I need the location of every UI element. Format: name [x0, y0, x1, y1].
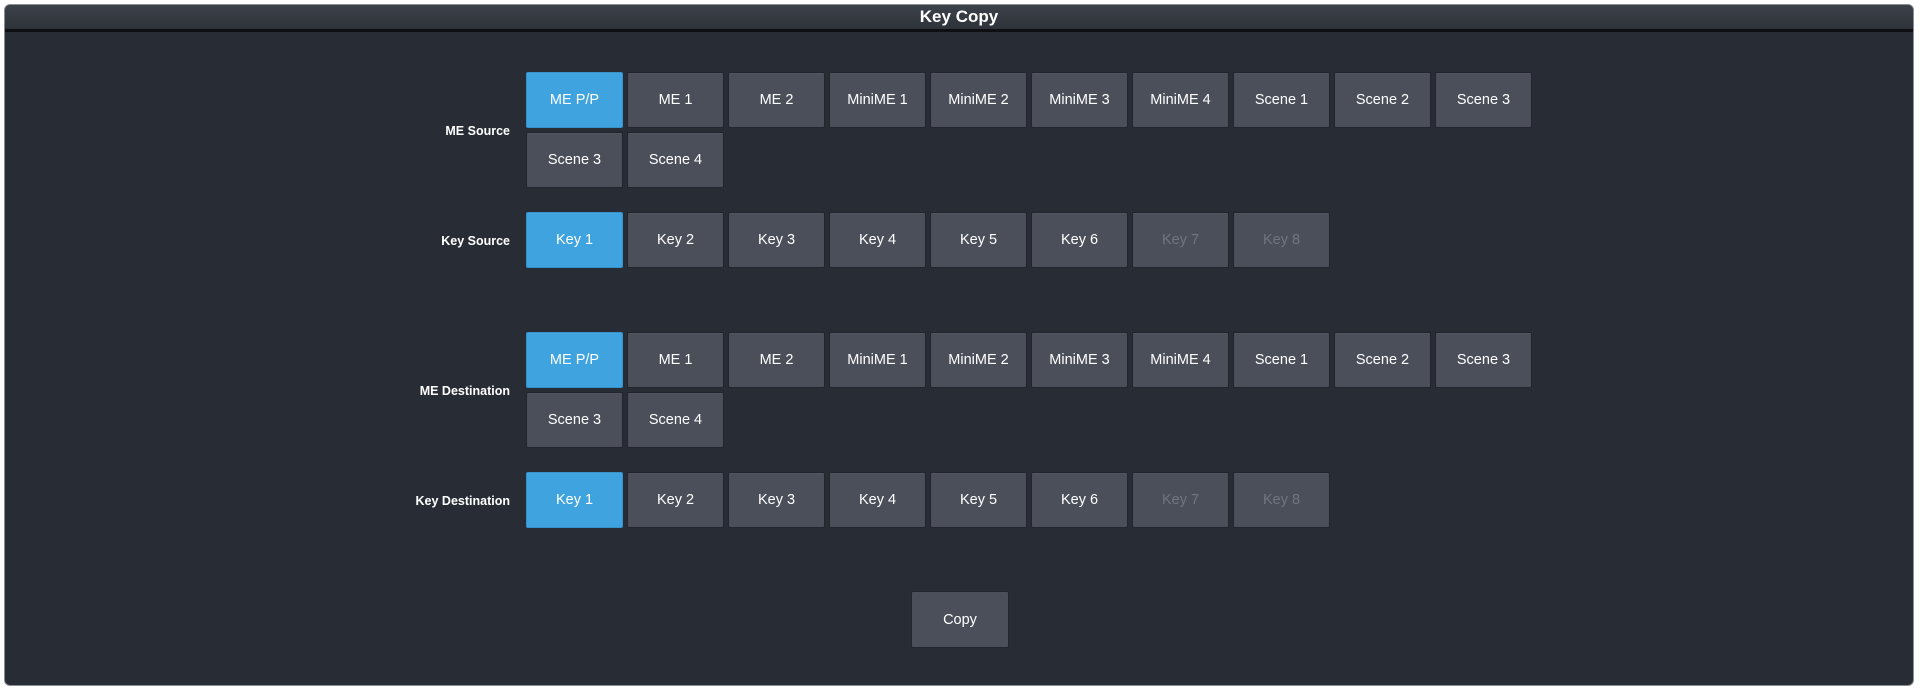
- key-source-button-8: Key 8: [1233, 212, 1330, 268]
- me-source-button-9[interactable]: Scene 2: [1334, 72, 1431, 128]
- me-source-button-12[interactable]: Scene 4: [627, 132, 724, 188]
- copy-button[interactable]: Copy: [911, 591, 1009, 648]
- me-destination-button-7[interactable]: MiniME 4: [1132, 332, 1229, 388]
- key-source-button-5[interactable]: Key 5: [930, 212, 1027, 268]
- me-source-button-5[interactable]: MiniME 2: [930, 72, 1027, 128]
- me-destination-button-2[interactable]: ME 1: [627, 332, 724, 388]
- key-destination-button-2[interactable]: Key 2: [627, 472, 724, 528]
- me-destination-button-12[interactable]: Scene 4: [627, 392, 724, 448]
- me-source-button-1[interactable]: ME P/P: [526, 72, 623, 128]
- me-destination-button-9[interactable]: Scene 2: [1334, 332, 1431, 388]
- key-destination-button-7: Key 7: [1132, 472, 1229, 528]
- me-source-button-4[interactable]: MiniME 1: [829, 72, 926, 128]
- key-source-button-4[interactable]: Key 4: [829, 212, 926, 268]
- me-destination-button-6[interactable]: MiniME 3: [1031, 332, 1128, 388]
- me-destination-button-1[interactable]: ME P/P: [526, 332, 623, 388]
- key-source-button-6[interactable]: Key 6: [1031, 212, 1128, 268]
- key-source-button-1[interactable]: Key 1: [526, 212, 623, 268]
- me-source-button-6[interactable]: MiniME 3: [1031, 72, 1128, 128]
- me-source-button-7[interactable]: MiniME 4: [1132, 72, 1229, 128]
- me-destination-button-8[interactable]: Scene 1: [1233, 332, 1330, 388]
- me-destination-button-10[interactable]: Scene 3: [1435, 332, 1532, 388]
- me-source-button-10[interactable]: Scene 3: [1435, 72, 1532, 128]
- me-destination-button-3[interactable]: ME 2: [728, 332, 825, 388]
- key-destination-button-4[interactable]: Key 4: [829, 472, 926, 528]
- window-title: Key Copy: [5, 5, 1913, 32]
- me-destination-button-5[interactable]: MiniME 2: [930, 332, 1027, 388]
- key-destination-button-1[interactable]: Key 1: [526, 472, 623, 528]
- me-source-button-3[interactable]: ME 2: [728, 72, 825, 128]
- key-destination-label: Key Destination: [415, 494, 510, 508]
- key-source-button-7: Key 7: [1132, 212, 1229, 268]
- key-destination-button-3[interactable]: Key 3: [728, 472, 825, 528]
- me-destination-button-4[interactable]: MiniME 1: [829, 332, 926, 388]
- me-source-button-11[interactable]: Scene 3: [526, 132, 623, 188]
- key-copy-window: Key Copy ME Source ME P/P ME 1 ME 2 MiniME …: [4, 4, 1914, 686]
- me-source-label: ME Source: [445, 124, 510, 138]
- me-destination-label: ME Destination: [419, 384, 510, 398]
- me-source-button-2[interactable]: ME 1: [627, 72, 724, 128]
- key-destination-button-6[interactable]: Key 6: [1031, 472, 1128, 528]
- key-source-button-2[interactable]: Key 2: [627, 212, 724, 268]
- key-source-label: Key Source: [441, 234, 510, 248]
- key-source-button-3[interactable]: Key 3: [728, 212, 825, 268]
- me-destination-button-11[interactable]: Scene 3: [526, 392, 623, 448]
- key-destination-button-8: Key 8: [1233, 472, 1330, 528]
- me-source-button-8[interactable]: Scene 1: [1233, 72, 1330, 128]
- key-destination-button-5[interactable]: Key 5: [930, 472, 1027, 528]
